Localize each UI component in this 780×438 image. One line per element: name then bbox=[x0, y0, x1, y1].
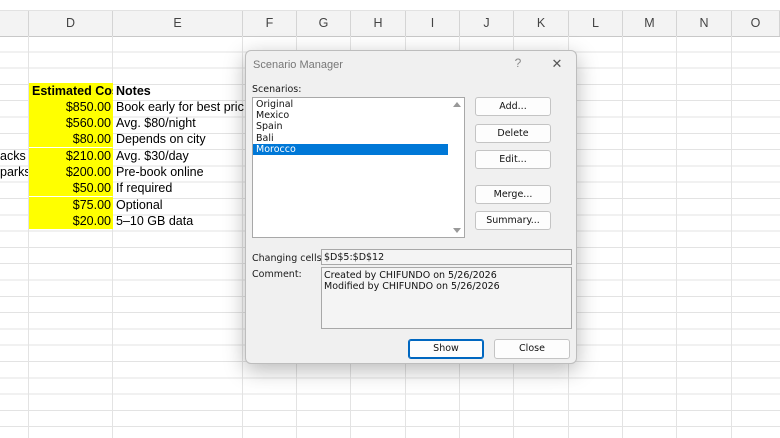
cell-d-cost[interactable]: $200.00 bbox=[29, 164, 113, 180]
cell-e-notes-header[interactable]: Notes bbox=[114, 83, 242, 99]
column-header-c[interactable] bbox=[0, 11, 29, 36]
cell-d-estimated-cost[interactable]: Estimated Cost bbox=[29, 83, 113, 99]
cell-c-partial[interactable]: acks bbox=[0, 148, 28, 164]
comment-label: Comment: bbox=[252, 269, 302, 280]
cell-d-cost[interactable]: $75.00 bbox=[29, 197, 113, 213]
merge-button[interactable]: Merge... bbox=[475, 185, 551, 204]
column-header-l[interactable]: L bbox=[569, 11, 623, 36]
comment-field: Created by CHIFUNDO on 5/26/2026 Modifie… bbox=[321, 267, 572, 329]
scenario-item-selected[interactable]: Morocco bbox=[253, 143, 448, 155]
column-header-j[interactable]: J bbox=[460, 11, 514, 36]
edit-button[interactable]: Edit... bbox=[475, 150, 551, 169]
cell-d-cost[interactable]: $560.00 bbox=[29, 115, 113, 131]
column-header-o[interactable]: O bbox=[732, 11, 780, 36]
scrollbar[interactable] bbox=[450, 98, 464, 237]
column-header-bar: D E F G H I J K L M N O bbox=[0, 10, 780, 37]
cell-e-note[interactable]: Book early for best prices bbox=[114, 99, 244, 115]
column-header-h[interactable]: H bbox=[351, 11, 406, 36]
delete-button[interactable]: Delete bbox=[475, 124, 551, 143]
column-header-g[interactable]: G bbox=[297, 11, 351, 36]
add-button[interactable]: Add... bbox=[475, 97, 551, 116]
show-button[interactable]: Show bbox=[408, 339, 484, 359]
column-header-d[interactable]: D bbox=[29, 11, 113, 36]
close-button[interactable]: Close bbox=[494, 339, 570, 359]
changing-cells-label: Changing cells: bbox=[252, 253, 325, 264]
cell-e-note[interactable]: Avg. $30/day bbox=[114, 148, 242, 164]
scenario-item[interactable]: Original bbox=[253, 99, 448, 110]
help-icon[interactable]: ? bbox=[511, 56, 525, 70]
column-header-k[interactable]: K bbox=[514, 11, 569, 36]
comment-line: Created by CHIFUNDO on 5/26/2026 bbox=[324, 270, 497, 281]
cell-e-note[interactable]: Depends on city bbox=[114, 131, 242, 147]
cell-e-note[interactable]: Avg. $80/night bbox=[114, 115, 242, 131]
cell-d-cost[interactable]: $20.00 bbox=[29, 213, 113, 229]
close-icon[interactable]: ✕ bbox=[549, 56, 565, 72]
changing-cells-field: $D$5:$D$12 bbox=[321, 249, 572, 265]
scroll-up-arrow-icon[interactable] bbox=[453, 102, 461, 107]
scenario-manager-dialog: Scenario Manager ? ✕ Scenarios: Original… bbox=[245, 50, 577, 364]
scroll-down-arrow-icon[interactable] bbox=[453, 228, 461, 233]
column-header-f[interactable]: F bbox=[243, 11, 297, 36]
scenario-item[interactable]: Mexico bbox=[253, 110, 448, 121]
cell-d-cost[interactable]: $210.00 bbox=[29, 148, 113, 164]
cell-e-note[interactable]: Optional bbox=[114, 197, 242, 213]
scenario-item[interactable]: Spain bbox=[253, 121, 448, 132]
cell-e-note[interactable]: 5–10 GB data bbox=[114, 213, 242, 229]
cell-d-cost[interactable]: $850.00 bbox=[29, 99, 113, 115]
summary-button[interactable]: Summary... bbox=[475, 211, 551, 230]
cell-d-cost[interactable]: $80.00 bbox=[29, 131, 113, 147]
cell-e-note[interactable]: If required bbox=[114, 180, 242, 196]
cell-d-cost[interactable]: $50.00 bbox=[29, 180, 113, 196]
cell-c-partial[interactable]: parks bbox=[0, 164, 28, 180]
scenario-item[interactable]: Bali bbox=[253, 133, 448, 144]
column-header-m[interactable]: M bbox=[623, 11, 677, 36]
scenarios-label: Scenarios: bbox=[252, 84, 302, 95]
column-header-i[interactable]: I bbox=[406, 11, 460, 36]
column-header-e[interactable]: E bbox=[113, 11, 243, 36]
scenarios-listbox[interactable]: Original Mexico Spain Bali Morocco bbox=[252, 97, 465, 238]
cell-e-note[interactable]: Pre-book online bbox=[114, 164, 242, 180]
dialog-title: Scenario Manager bbox=[253, 59, 343, 71]
comment-line: Modified by CHIFUNDO on 5/26/2026 bbox=[324, 281, 500, 292]
column-header-n[interactable]: N bbox=[677, 11, 732, 36]
